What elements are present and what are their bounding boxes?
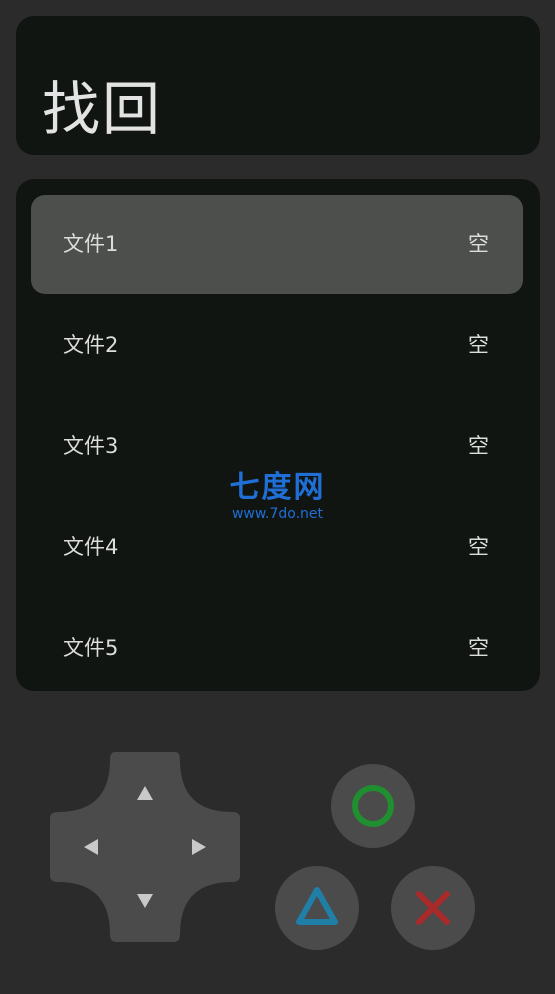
file-list-item-1[interactable]: 文件1 空 [31, 195, 523, 294]
file-status: 空 [468, 535, 489, 559]
file-name: 文件2 [63, 333, 119, 357]
arrow-up-icon [137, 786, 153, 800]
recover-screen: 找回 文件1 空 文件2 空 文件3 空 文件4 空 文件5 空 七度网 www… [0, 0, 555, 994]
file-list-item-4[interactable]: 文件4 空 [31, 498, 523, 597]
file-list-item-2[interactable]: 文件2 空 [31, 296, 523, 395]
dpad-left-button[interactable] [70, 827, 110, 867]
file-name: 文件3 [63, 434, 119, 458]
file-status: 空 [468, 333, 489, 357]
arrow-right-icon [192, 839, 206, 855]
dpad-down-button[interactable] [125, 882, 165, 922]
file-status: 空 [468, 232, 489, 256]
dpad[interactable] [50, 752, 240, 942]
file-status: 空 [468, 636, 489, 660]
file-name: 文件4 [63, 535, 119, 559]
arrow-down-icon [137, 894, 153, 908]
file-list-item-3[interactable]: 文件3 空 [31, 397, 523, 496]
file-list-item-5[interactable]: 文件5 空 [31, 599, 523, 698]
dpad-right-button[interactable] [180, 827, 220, 867]
file-name: 文件1 [63, 232, 119, 256]
title-panel: 找回 [16, 16, 540, 155]
triangle-icon [296, 887, 338, 925]
file-status: 空 [468, 434, 489, 458]
page-title: 找回 [42, 75, 163, 143]
cross-icon [416, 891, 450, 925]
arrow-left-icon [84, 839, 98, 855]
dpad-up-button[interactable] [125, 772, 165, 812]
circle-button[interactable] [331, 764, 415, 848]
file-list: 文件1 空 文件2 空 文件3 空 文件4 空 文件5 空 [16, 179, 540, 691]
circle-icon [352, 785, 394, 827]
file-name: 文件5 [63, 636, 119, 660]
triangle-button[interactable] [275, 866, 359, 950]
cross-button[interactable] [391, 866, 475, 950]
